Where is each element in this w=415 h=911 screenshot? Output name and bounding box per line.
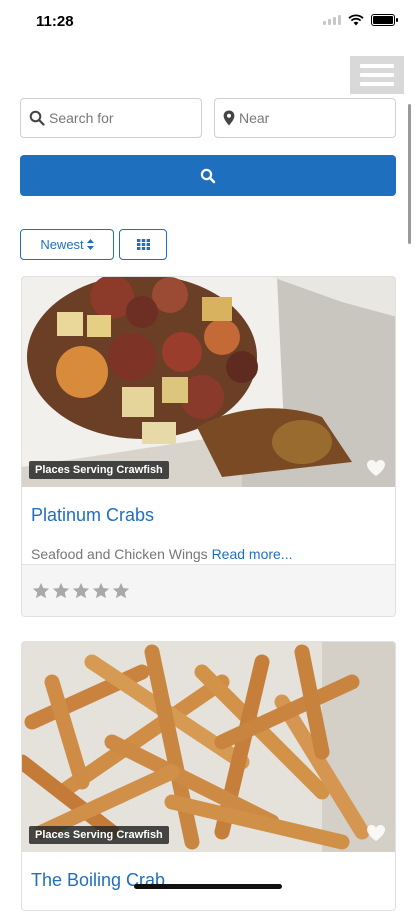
search-button[interactable] [20, 155, 396, 196]
listing-photo[interactable]: Places Serving Crawfish [22, 277, 395, 487]
status-icons [323, 14, 398, 26]
listing-card[interactable]: Places Serving Crawfish The Boiling Crab [21, 641, 396, 911]
cellular-signal-icon [323, 15, 341, 25]
menu-icon-bar [360, 64, 394, 68]
search-placeholder: Search for [49, 110, 114, 126]
listing-description: Seafood and Chicken Wings Read more... [31, 546, 395, 562]
star-rating[interactable] [22, 564, 395, 616]
wifi-icon [348, 14, 364, 26]
star-icon[interactable] [72, 582, 90, 600]
listing-controls: Newest [20, 229, 167, 260]
grid-view-button[interactable] [119, 229, 167, 260]
crawfish-photo [22, 277, 395, 487]
grid-icon [136, 239, 150, 250]
sort-label: Newest [40, 237, 84, 252]
search-input[interactable]: Search for [20, 98, 202, 138]
read-more-link[interactable]: Read more... [212, 546, 293, 562]
search-row: Search for Near [20, 98, 396, 138]
sort-icon [86, 239, 94, 250]
status-time: 11:28 [36, 13, 74, 30]
menu-icon-bar [360, 82, 394, 86]
heart-icon[interactable] [366, 459, 386, 477]
star-icon[interactable] [32, 582, 50, 600]
location-pin-icon [223, 110, 235, 126]
listing-title[interactable]: Platinum Crabs [31, 505, 395, 526]
fries-photo [22, 642, 395, 852]
search-icon [200, 168, 216, 183]
sort-dropdown[interactable]: Newest [20, 229, 114, 260]
search-icon [29, 110, 45, 126]
near-input[interactable]: Near [214, 98, 396, 138]
near-placeholder: Near [239, 110, 270, 126]
star-icon[interactable] [112, 582, 130, 600]
battery-icon [371, 14, 398, 26]
menu-button[interactable] [350, 56, 404, 94]
heart-icon[interactable] [366, 824, 386, 842]
home-indicator[interactable] [134, 884, 282, 889]
listing-card[interactable]: Places Serving Crawfish Platinum Crabs S… [21, 276, 396, 617]
description-text: Seafood and Chicken Wings [31, 546, 208, 562]
category-tag: Places Serving Crawfish [29, 461, 169, 479]
star-icon[interactable] [92, 582, 110, 600]
listing-photo[interactable]: Places Serving Crawfish [22, 642, 395, 852]
scrollbar[interactable] [408, 104, 411, 244]
status-bar: 11:28 [0, 0, 415, 44]
star-icon[interactable] [52, 582, 70, 600]
category-tag: Places Serving Crawfish [29, 826, 169, 844]
menu-icon-bar [360, 73, 394, 77]
